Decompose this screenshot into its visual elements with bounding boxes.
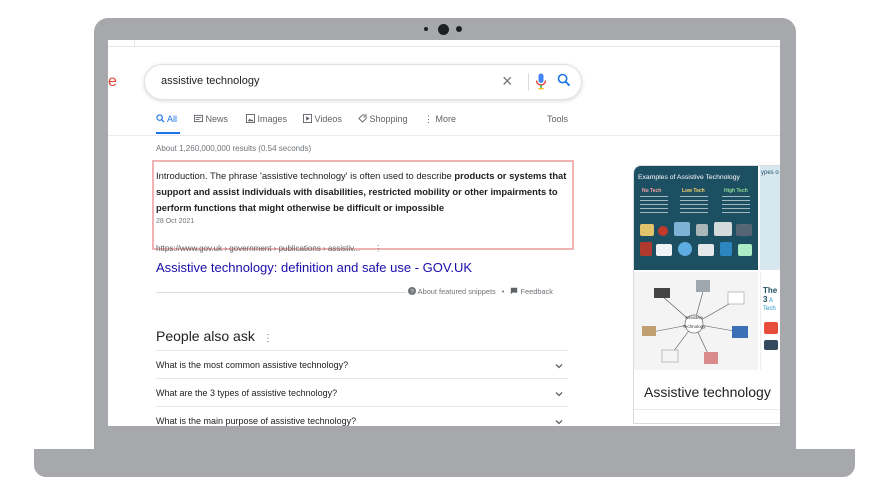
separator-dot: •: [501, 287, 505, 296]
result-title-link[interactable]: Assistive technology: definition and saf…: [156, 260, 472, 275]
header-divider: [108, 135, 780, 136]
image-object: [674, 222, 690, 236]
snippet-plain-text: Introduction. The phrase 'assistive tech…: [156, 170, 455, 181]
tools-button[interactable]: Tools: [547, 114, 568, 124]
people-also-ask-heading: People also ask ⋮: [156, 328, 273, 344]
image-text-lines: [680, 196, 708, 214]
search-icon: [156, 114, 165, 123]
diagram-label: Assistive: [685, 315, 703, 320]
tab-label: More: [435, 114, 457, 124]
search-icon[interactable]: [557, 73, 571, 92]
google-logo-fragment[interactable]: e: [108, 73, 117, 91]
tab-label: Shopping: [369, 114, 408, 124]
assistive-tech-infographic-image[interactable]: The 3 A Tech: [760, 272, 780, 370]
tab-label: News: [205, 114, 229, 124]
tab-label: Images: [257, 114, 288, 124]
active-tab-indicator: [156, 132, 180, 134]
tab-shopping[interactable]: Shopping: [358, 114, 408, 124]
image-object: [698, 244, 714, 256]
result-url[interactable]: https://www.gov.uk › government › public…: [156, 244, 382, 253]
help-icon[interactable]: ?: [408, 287, 416, 295]
knowledge-panel-divider: [634, 409, 780, 410]
tab-more[interactable]: ⋮ More: [424, 114, 456, 125]
result-options-icon[interactable]: ⋮: [374, 244, 382, 253]
image-object: [738, 244, 752, 256]
paa-question[interactable]: What is the main purpose of assistive te…: [156, 406, 568, 426]
more-vert-icon: ⋮: [424, 114, 433, 124]
tab-label: All: [167, 114, 178, 124]
search-divider: [528, 73, 529, 91]
result-url-text[interactable]: https://www.gov.uk › government › public…: [156, 244, 360, 253]
shopping-tag-icon: [358, 114, 367, 123]
tab-news[interactable]: News: [194, 114, 228, 124]
clear-icon[interactable]: ×: [502, 71, 513, 91]
snippet-divider: [156, 292, 406, 293]
laptop-base: [34, 449, 855, 477]
image-object: [640, 242, 652, 256]
assistive-tech-diagram-image[interactable]: Assistive Technology: [634, 272, 758, 370]
image-object: [640, 224, 654, 236]
assistive-tech-types-image[interactable]: ypes o: [760, 166, 780, 270]
more-options-icon[interactable]: ⋮: [263, 333, 273, 344]
news-icon: [194, 114, 203, 123]
assistive-tech-examples-image[interactable]: Examples of Assistive Technology No Tech…: [634, 166, 758, 270]
image-object: [714, 222, 732, 236]
feedback-icon[interactable]: [510, 287, 518, 295]
image-text: A: [769, 298, 774, 304]
camera-dot-right: [456, 26, 462, 32]
image-object: [764, 322, 778, 334]
camera-lens: [438, 24, 449, 35]
chevron-down-icon[interactable]: [554, 386, 564, 404]
image-caption: ypes o: [761, 170, 779, 176]
image-object: [764, 340, 778, 350]
image-column-label: No Tech: [642, 188, 662, 194]
svg-text:?: ?: [410, 289, 413, 295]
question-text: What are the 3 types of assistive techno…: [156, 388, 338, 398]
image-text-lines: [722, 196, 750, 214]
microphone-icon[interactable]: [535, 73, 547, 95]
browser-screen: e assistive technology × All News Images…: [108, 40, 780, 426]
browser-tab-strip: [108, 40, 780, 47]
question-text: What is the most common assistive techno…: [156, 360, 349, 370]
image-column-label: High Tech: [724, 188, 748, 194]
paa-question[interactable]: What is the most common assistive techno…: [156, 350, 568, 379]
image-caption: Examples of Assistive Technology: [638, 174, 740, 181]
question-text: What is the main purpose of assistive te…: [156, 416, 357, 426]
image-object: [658, 226, 668, 236]
image-object: [720, 242, 732, 256]
chevron-down-icon[interactable]: [554, 358, 564, 376]
image-object: [656, 244, 672, 256]
image-object: [678, 242, 692, 256]
search-input[interactable]: assistive technology: [161, 75, 259, 87]
image-object: [736, 224, 752, 236]
videos-icon: [303, 114, 312, 123]
image-object: [696, 224, 708, 236]
image-column-label: Low Tech: [682, 188, 705, 194]
about-featured-snippets: ? About featured snippets • Feedback: [408, 287, 553, 296]
feedback-link[interactable]: Feedback: [521, 287, 553, 296]
tab-images[interactable]: Images: [246, 114, 287, 124]
paa-question[interactable]: What are the 3 types of assistive techno…: [156, 378, 568, 407]
tab-videos[interactable]: Videos: [303, 114, 342, 124]
image-text-lines: [640, 196, 668, 214]
diagram-label: Technology: [683, 324, 707, 329]
search-box[interactable]: assistive technology ×: [144, 64, 582, 100]
featured-snippet-text: Introduction. The phrase 'assistive tech…: [156, 168, 570, 216]
camera-dot-left: [424, 27, 428, 31]
image-text: Tech: [763, 306, 776, 312]
snippet-date: 28 Oct 2021: [156, 218, 195, 225]
images-icon: [246, 114, 255, 123]
tab-all[interactable]: All: [156, 114, 177, 124]
browser-tab[interactable]: [108, 40, 135, 46]
tab-label: Videos: [314, 114, 342, 124]
knowledge-panel-title: Assistive technology: [644, 384, 771, 400]
result-stats: About 1,260,000,000 results (0.54 second…: [156, 144, 312, 153]
paa-title: People also ask: [156, 328, 255, 344]
chevron-down-icon[interactable]: [554, 414, 564, 426]
knowledge-panel: Examples of Assistive Technology No Tech…: [633, 165, 780, 424]
about-snippets-link[interactable]: About featured snippets: [418, 287, 496, 296]
